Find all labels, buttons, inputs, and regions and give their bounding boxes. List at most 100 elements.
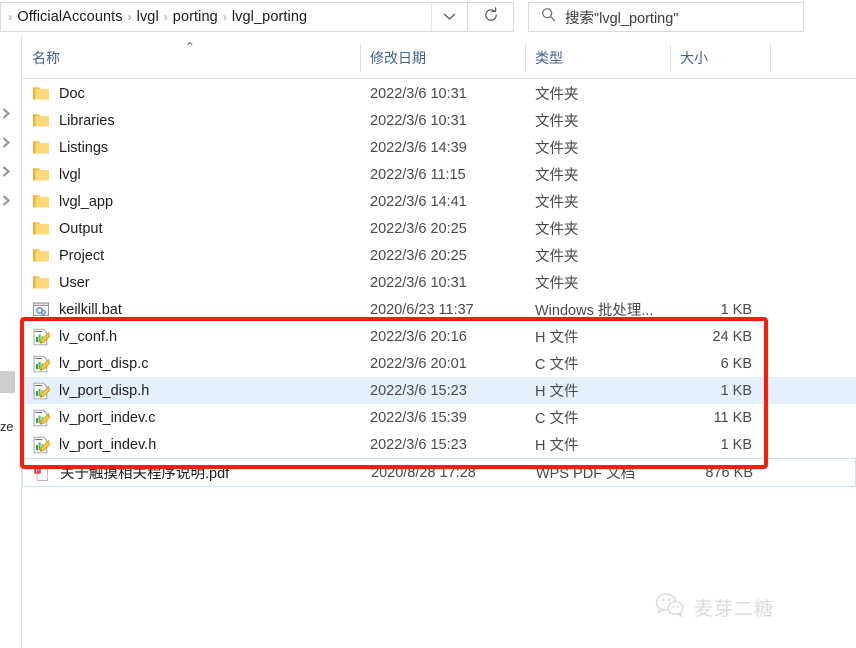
file-row[interactable]: keilkill.bat 2020/6/23 11:37 Windows 批处理..…	[22, 296, 856, 323]
file-row[interactable]: Libraries 2022/3/6 10:31 文件夹	[22, 107, 856, 134]
file-type-cell: 文件夹	[535, 141, 579, 157]
file-row[interactable]: lv_port_indev.c 2022/3/6 15:39 C 文件 11 KB	[22, 404, 856, 431]
column-header-spacer[interactable]	[770, 38, 771, 79]
file-type-cell: 文件夹	[535, 249, 579, 265]
file-name-cell[interactable]: lv_port_disp.c	[22, 355, 360, 373]
file-type-cell: H 文件	[535, 438, 579, 454]
file-row[interactable]: lv_port_indev.h 2022/3/6 15:23 H 文件 1 KB	[22, 431, 856, 458]
file-row[interactable]: Listings 2022/3/6 14:39 文件夹	[22, 134, 856, 161]
file-name-cell[interactable]: Project	[22, 247, 360, 265]
folder-icon	[32, 85, 50, 103]
chevron-right-icon[interactable]	[2, 135, 11, 153]
file-row[interactable]: Output 2022/3/6 20:25 文件夹	[22, 215, 856, 242]
file-name-cell[interactable]: Listings	[22, 139, 360, 157]
breadcrumb-item-lvgl[interactable]: lvgl	[133, 8, 163, 26]
keil-source-icon	[32, 436, 51, 454]
file-type-cell: 文件夹	[535, 195, 579, 211]
breadcrumb-bar[interactable]: j › OfficialAccounts › lvgl › porting › …	[0, 2, 468, 32]
file-row[interactable]: P 关于触摸相关程序说明.pdf 2020/8/28 17:28 WPS PDF 文档…	[22, 458, 856, 487]
file-type-cell: H 文件	[535, 384, 579, 400]
file-name-cell[interactable]: lv_port_disp.h	[22, 382, 360, 400]
column-header-type-label: 类型	[535, 50, 563, 66]
file-size-cell: 24 KB	[712, 328, 753, 345]
file-name-cell[interactable]: lvgl_app	[22, 193, 360, 211]
file-name-cell[interactable]: lv_conf.h	[22, 328, 360, 346]
chevron-down-icon	[443, 8, 456, 26]
file-date-cell: 2022/3/6 14:41	[370, 193, 467, 210]
file-name-cell[interactable]: lv_port_indev.c	[22, 409, 360, 427]
file-type-cell: 文件夹	[535, 276, 579, 292]
file-row[interactable]: lv_port_disp.h 2022/3/6 15:23 H 文件 1 KB	[22, 377, 856, 404]
search-input[interactable]: 搜索"lvgl_porting"	[565, 7, 678, 28]
file-name-cell[interactable]: Doc	[22, 85, 360, 103]
file-row[interactable]: User 2022/3/6 10:31 文件夹	[22, 269, 856, 296]
file-row[interactable]: Doc 2022/3/6 10:31 文件夹	[22, 80, 856, 107]
folder-icon	[32, 247, 50, 265]
refresh-button[interactable]	[468, 2, 514, 32]
file-date-cell: 2022/3/6 20:25	[370, 247, 467, 264]
column-header-date-modified[interactable]: 修改日期	[360, 38, 525, 79]
folder-icon	[32, 193, 50, 211]
folder-icon	[32, 274, 50, 292]
refresh-icon	[483, 6, 499, 28]
file-size-cell: 1 KB	[720, 301, 752, 318]
breadcrumb-item-porting[interactable]: porting	[169, 8, 222, 26]
file-name-label: Libraries	[59, 112, 115, 129]
file-name-cell[interactable]: Libraries	[22, 112, 360, 130]
file-row[interactable]: lvgl 2022/3/6 11:15 文件夹	[22, 161, 856, 188]
navigation-pane[interactable]: ze	[0, 36, 22, 648]
file-name-label: lvgl	[59, 166, 81, 183]
file-name-cell[interactable]: lv_port_indev.h	[22, 436, 360, 454]
file-type-cell: Windows 批处理...	[535, 303, 654, 319]
chevron-right-icon[interactable]	[2, 193, 11, 211]
file-row[interactable]: Project 2022/3/6 20:25 文件夹	[22, 242, 856, 269]
pdf-file-icon: P	[33, 464, 51, 482]
file-type-cell: 文件夹	[535, 222, 579, 238]
file-date-cell: 2020/6/23 11:37	[370, 301, 474, 318]
keil-source-icon	[32, 409, 51, 427]
file-row[interactable]: lvgl_app 2022/3/6 14:41 文件夹	[22, 188, 856, 215]
file-size-cell: 1 KB	[720, 436, 752, 453]
file-row[interactable]: lv_port_disp.c 2022/3/6 20:01 C 文件 6 KB	[22, 350, 856, 377]
file-list[interactable]: Doc 2022/3/6 10:31 文件夹 Libraries 2022/3/6 10…	[22, 80, 856, 487]
column-header-size[interactable]: 大小	[670, 38, 770, 79]
file-name-label: User	[59, 274, 90, 291]
keil-source-icon	[32, 328, 51, 346]
breadcrumb[interactable]: j › OfficialAccounts › lvgl › porting › …	[3, 8, 431, 26]
column-header-name[interactable]: 名称 ⌃	[22, 38, 360, 79]
file-name-label: lv_conf.h	[59, 328, 118, 345]
chevron-right-icon[interactable]	[2, 164, 11, 182]
file-size-cell: 11 KB	[713, 409, 752, 426]
file-name-cell[interactable]: Output	[22, 220, 360, 238]
file-name-label: 关于触摸相关程序说明.pdf	[60, 466, 230, 482]
nav-text-fragment: ze	[0, 419, 14, 434]
file-size-cell: 1 KB	[720, 382, 752, 399]
file-name-cell[interactable]: P 关于触摸相关程序说明.pdf	[23, 462, 361, 483]
file-name-cell[interactable]: lvgl	[22, 166, 360, 184]
search-box[interactable]: 搜索"lvgl_porting"	[528, 2, 804, 32]
breadcrumb-item-lvgl-porting[interactable]: lvgl_porting	[228, 8, 311, 26]
file-row[interactable]: lv_conf.h 2022/3/6 20:16 H 文件 24 KB	[22, 323, 856, 350]
chevron-right-icon[interactable]	[2, 106, 11, 124]
file-name-label: Listings	[59, 139, 109, 156]
file-name-label: Project	[59, 247, 105, 264]
file-name-label: lv_port_indev.h	[59, 436, 157, 453]
folder-icon	[32, 112, 50, 130]
nav-scrollbar[interactable]	[0, 371, 15, 393]
file-date-cell: 2022/3/6 10:31	[370, 112, 467, 129]
column-header-row: 名称 ⌃ 修改日期 类型 大小	[22, 38, 856, 79]
file-name-label: lvgl_app	[59, 193, 114, 210]
search-icon	[541, 7, 556, 27]
column-header-size-label: 大小	[680, 50, 708, 66]
file-name-cell[interactable]: User	[22, 274, 360, 292]
wechat-icon	[655, 592, 685, 623]
file-name-label: Output	[59, 220, 103, 237]
breadcrumb-item-officialaccounts[interactable]: OfficialAccounts	[13, 8, 126, 26]
column-header-name-label: 名称	[32, 50, 60, 66]
file-name-cell[interactable]: keilkill.bat	[22, 301, 360, 319]
column-header-type[interactable]: 类型	[525, 38, 670, 79]
address-bar: j › OfficialAccounts › lvgl › porting › …	[0, 0, 856, 36]
address-history-dropdown-button[interactable]	[431, 3, 467, 31]
file-type-cell: H 文件	[535, 330, 579, 346]
file-date-cell: 2022/3/6 10:31	[370, 274, 467, 291]
